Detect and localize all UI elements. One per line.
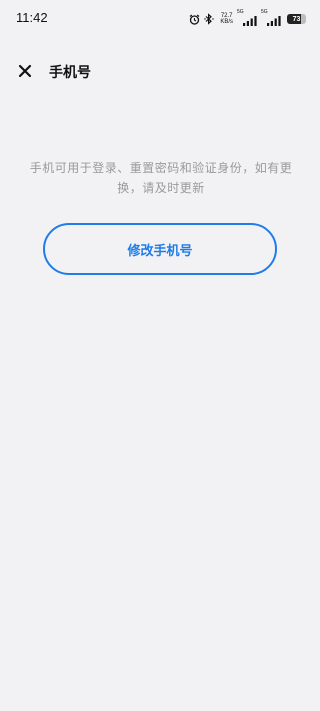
status-time: 11:42: [16, 10, 48, 25]
phone-hint-text: 手机可用于登录、重置密码和验证身份，如有更换，请及时更新: [29, 161, 293, 195]
net-speed: 72.7 KB/s: [220, 13, 233, 25]
page-title: 手机号: [49, 65, 91, 81]
sim1-network-tag: 5G: [237, 9, 244, 15]
battery-icon: 73: [287, 14, 306, 24]
sim2-signal: 5G: [261, 9, 281, 26]
close-icon: [18, 64, 32, 78]
alarm-icon: [189, 14, 200, 25]
header: 手机号: [0, 56, 320, 86]
close-button[interactable]: [14, 60, 36, 82]
net-speed-unit: KB/s: [220, 19, 233, 25]
status-bar: 11:42 72.7 KB/s 5G 5G 73: [0, 0, 320, 36]
battery-level: 73: [292, 15, 301, 23]
sim2-network-tag: 5G: [261, 9, 268, 15]
signal-icon: [243, 16, 257, 26]
signal-icon: [267, 16, 281, 26]
bluetooth-icon: [204, 13, 215, 25]
status-icons: 72.7 KB/s 5G 5G 73: [189, 9, 306, 27]
modify-phone-button[interactable]: 修改手机号: [43, 223, 277, 275]
sim1-signal: 5G: [237, 9, 257, 26]
